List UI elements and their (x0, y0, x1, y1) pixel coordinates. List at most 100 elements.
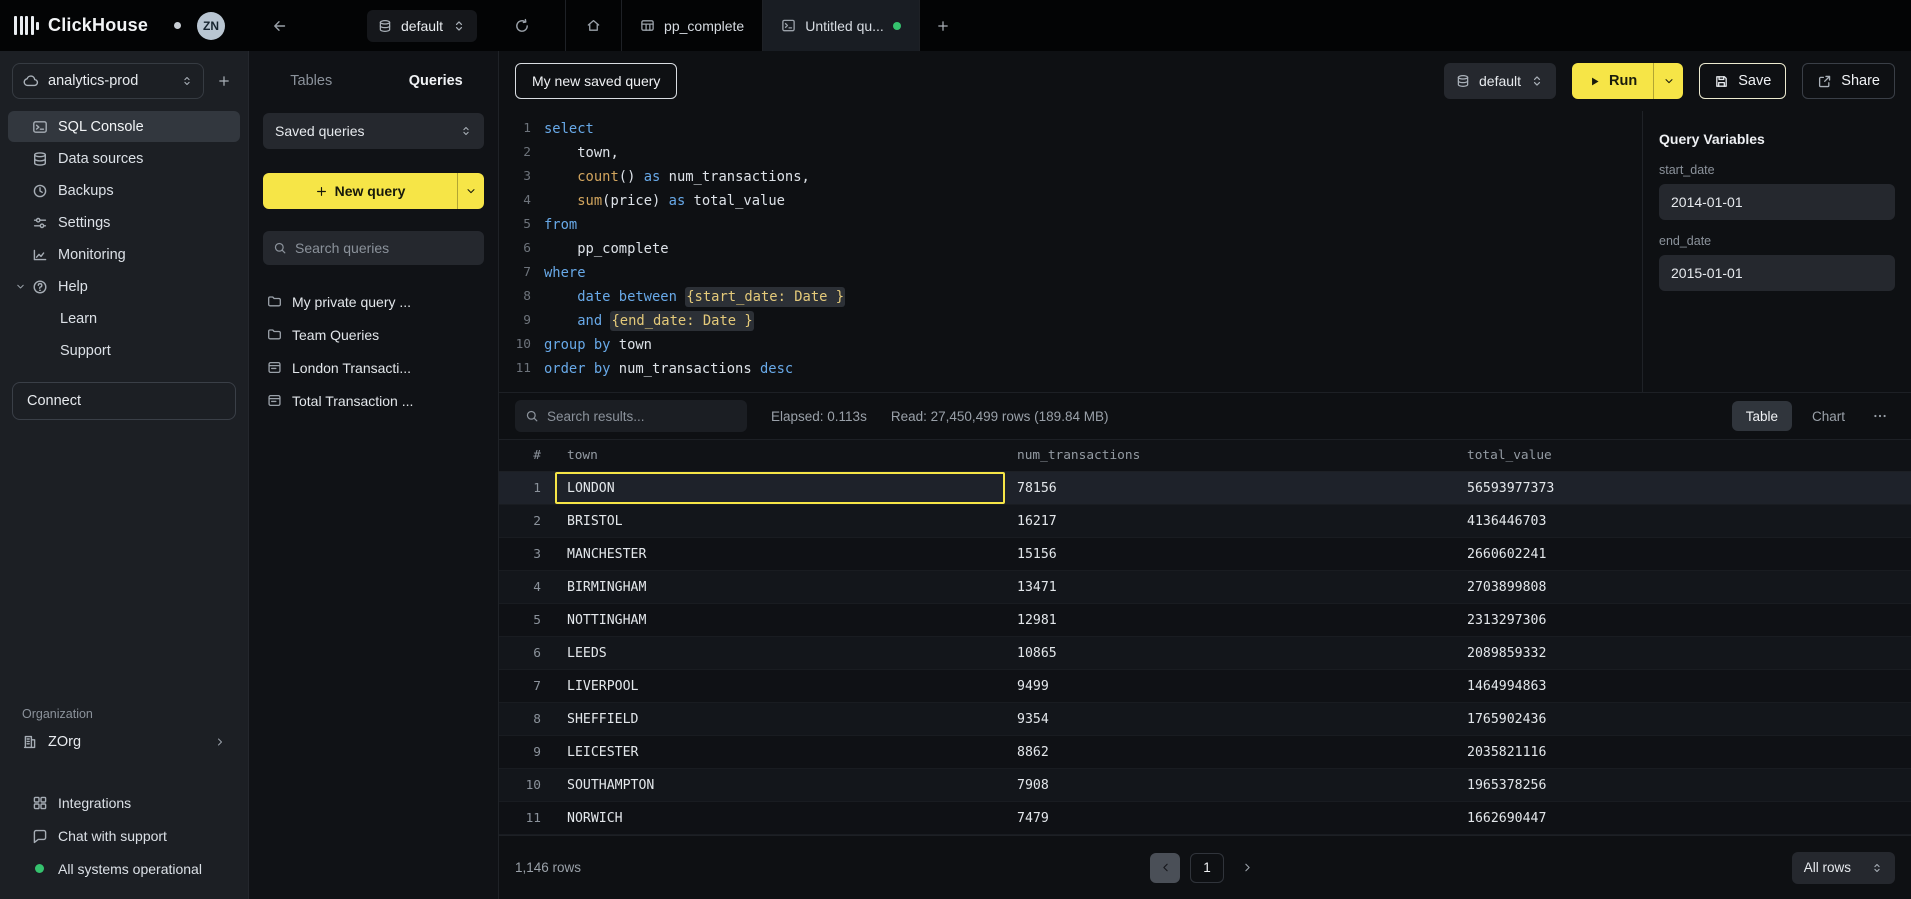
cell-num-transactions[interactable]: 7479 (1005, 802, 1455, 834)
add-service-button[interactable] (212, 74, 236, 88)
new-tab-button[interactable] (920, 0, 966, 51)
cell-num-transactions[interactable]: 7908 (1005, 769, 1455, 801)
sidebar-item-backups[interactable]: Backups (8, 175, 240, 206)
sidebar-item-data-sources[interactable]: Data sources (8, 143, 240, 174)
sidebar-footer-integrations[interactable]: Integrations (0, 786, 248, 819)
cell-num-transactions[interactable]: 9354 (1005, 703, 1455, 735)
code-line[interactable]: 7where (499, 261, 1642, 285)
new-query-button[interactable]: New query (263, 173, 484, 209)
saved-query-item-my-private-query[interactable]: My private query ... (249, 285, 498, 318)
editor-database-select[interactable]: default (1444, 63, 1556, 99)
cell-town[interactable]: SOUTHAMPTON (555, 769, 1005, 801)
cell-town[interactable]: LEEDS (555, 637, 1005, 669)
table-row[interactable]: 8SHEFFIELD93541765902436 (499, 703, 1911, 736)
code-line[interactable]: 4 sum(price) as total_value (499, 189, 1642, 213)
cell-total-value[interactable]: 1965378256 (1455, 769, 1911, 801)
column-header-total-value[interactable]: total_value (1455, 440, 1911, 471)
cell-town[interactable]: BIRMINGHAM (555, 571, 1005, 603)
cell-total-value[interactable]: 2313297306 (1455, 604, 1911, 636)
code-line[interactable]: 3 count() as num_transactions, (499, 165, 1642, 189)
cell-num-transactions[interactable]: 10865 (1005, 637, 1455, 669)
table-row[interactable]: 9LEICESTER88622035821116 (499, 736, 1911, 769)
cell-total-value[interactable]: 2089859332 (1455, 637, 1911, 669)
cell-total-value[interactable]: 2660602241 (1455, 538, 1911, 570)
panel-tab-queries[interactable]: Queries (374, 73, 499, 89)
cell-total-value[interactable]: 2703899808 (1455, 571, 1911, 603)
organization-item[interactable]: ZOrg (22, 734, 226, 750)
panel-tab-tables[interactable]: Tables (249, 73, 374, 89)
previous-page-button[interactable] (1150, 853, 1180, 883)
search-results[interactable] (515, 400, 747, 432)
cell-num-transactions[interactable]: 13471 (1005, 571, 1455, 603)
code-line[interactable]: 6 pp_complete (499, 237, 1642, 261)
view-toggle-table[interactable]: Table (1732, 401, 1792, 431)
cell-town[interactable]: SHEFFIELD (555, 703, 1005, 735)
table-row[interactable]: 7LIVERPOOL94991464994863 (499, 670, 1911, 703)
column-header-num-transactions[interactable]: num_transactions (1005, 440, 1455, 471)
save-button[interactable]: Save (1699, 63, 1786, 99)
editor-tab-pp-complete[interactable]: pp_complete (622, 0, 763, 51)
next-page-button[interactable] (1234, 853, 1260, 883)
code-line[interactable]: 2 town, (499, 141, 1642, 165)
search-queries[interactable] (263, 231, 484, 265)
saved-query-item-total-transaction[interactable]: Total Transaction ... (249, 384, 498, 417)
saved-queries-filter[interactable]: Saved queries (263, 113, 484, 149)
sidebar-item-sql-console[interactable]: SQL Console (8, 111, 240, 142)
saved-query-tab[interactable]: My new saved query (515, 63, 677, 99)
code-line[interactable]: 1select (499, 117, 1642, 141)
code-line[interactable]: 9 and {end_date: Date } (499, 309, 1642, 333)
cell-town[interactable]: LIVERPOOL (555, 670, 1005, 702)
cell-town[interactable]: LEICESTER (555, 736, 1005, 768)
table-row[interactable]: 3MANCHESTER151562660602241 (499, 538, 1911, 571)
table-row[interactable]: 6LEEDS108652089859332 (499, 637, 1911, 670)
cell-num-transactions[interactable]: 8862 (1005, 736, 1455, 768)
run-button[interactable]: Run (1572, 63, 1683, 99)
page-size-select[interactable]: All rows (1792, 852, 1895, 884)
search-queries-input[interactable] (295, 240, 474, 256)
cell-town[interactable]: MANCHESTER (555, 538, 1005, 570)
sidebar-item-help[interactable]: Help (8, 271, 240, 302)
cell-num-transactions[interactable]: 78156 (1005, 472, 1455, 504)
editor-tab-untitled-qu[interactable]: Untitled qu... (763, 0, 920, 51)
cell-town[interactable]: NOTTINGHAM (555, 604, 1005, 636)
sidebar-footer-chat-with-support[interactable]: Chat with support (0, 819, 248, 852)
cell-total-value[interactable]: 56593977373 (1455, 472, 1911, 504)
table-row[interactable]: 4BIRMINGHAM134712703899808 (499, 571, 1911, 604)
more-options-button[interactable] (1865, 401, 1895, 431)
back-button[interactable] (263, 9, 297, 43)
table-row[interactable]: 1LONDON7815656593977373 (499, 472, 1911, 505)
variable-input-end-date[interactable] (1659, 255, 1895, 291)
sql-editor[interactable]: 1select2 town,3 count() as num_transacti… (499, 111, 1642, 392)
cell-num-transactions[interactable]: 15156 (1005, 538, 1455, 570)
cell-total-value[interactable]: 1662690447 (1455, 802, 1911, 834)
user-avatar[interactable]: ZN (197, 12, 225, 40)
sidebar-item-monitoring[interactable]: Monitoring (8, 239, 240, 270)
code-line[interactable]: 10group by town (499, 333, 1642, 357)
cell-town[interactable]: NORWICH (555, 802, 1005, 834)
cell-town[interactable]: LONDON (555, 472, 1005, 504)
table-row[interactable]: 11NORWICH74791662690447 (499, 802, 1911, 835)
view-toggle-chart[interactable]: Chart (1798, 401, 1859, 431)
share-button[interactable]: Share (1802, 63, 1895, 99)
code-line[interactable]: 11order by num_transactions desc (499, 357, 1642, 381)
cell-num-transactions[interactable]: 9499 (1005, 670, 1455, 702)
cell-total-value[interactable]: 4136446703 (1455, 505, 1911, 537)
table-row[interactable]: 2BRISTOL162174136446703 (499, 505, 1911, 538)
search-results-input[interactable] (547, 409, 737, 424)
clickhouse-logo[interactable] (14, 16, 39, 36)
sidebar-footer-all-systems-operational[interactable]: All systems operational (0, 852, 248, 885)
connect-button[interactable]: Connect (12, 382, 236, 420)
new-query-dropdown[interactable] (457, 173, 484, 209)
table-row[interactable]: 10SOUTHAMPTON79081965378256 (499, 769, 1911, 802)
column-header-town[interactable]: town (555, 440, 1005, 471)
topbar-database-select[interactable]: default (367, 10, 477, 42)
refresh-button[interactable] (505, 9, 539, 43)
table-row[interactable]: 5NOTTINGHAM129812313297306 (499, 604, 1911, 637)
cell-num-transactions[interactable]: 12981 (1005, 604, 1455, 636)
code-line[interactable]: 8 date between {start_date: Date } (499, 285, 1642, 309)
current-page[interactable]: 1 (1190, 853, 1224, 883)
sidebar-item-learn[interactable]: Learn (8, 303, 240, 334)
home-tab[interactable] (565, 0, 622, 51)
cell-total-value[interactable]: 2035821116 (1455, 736, 1911, 768)
variable-input-start-date[interactable] (1659, 184, 1895, 220)
